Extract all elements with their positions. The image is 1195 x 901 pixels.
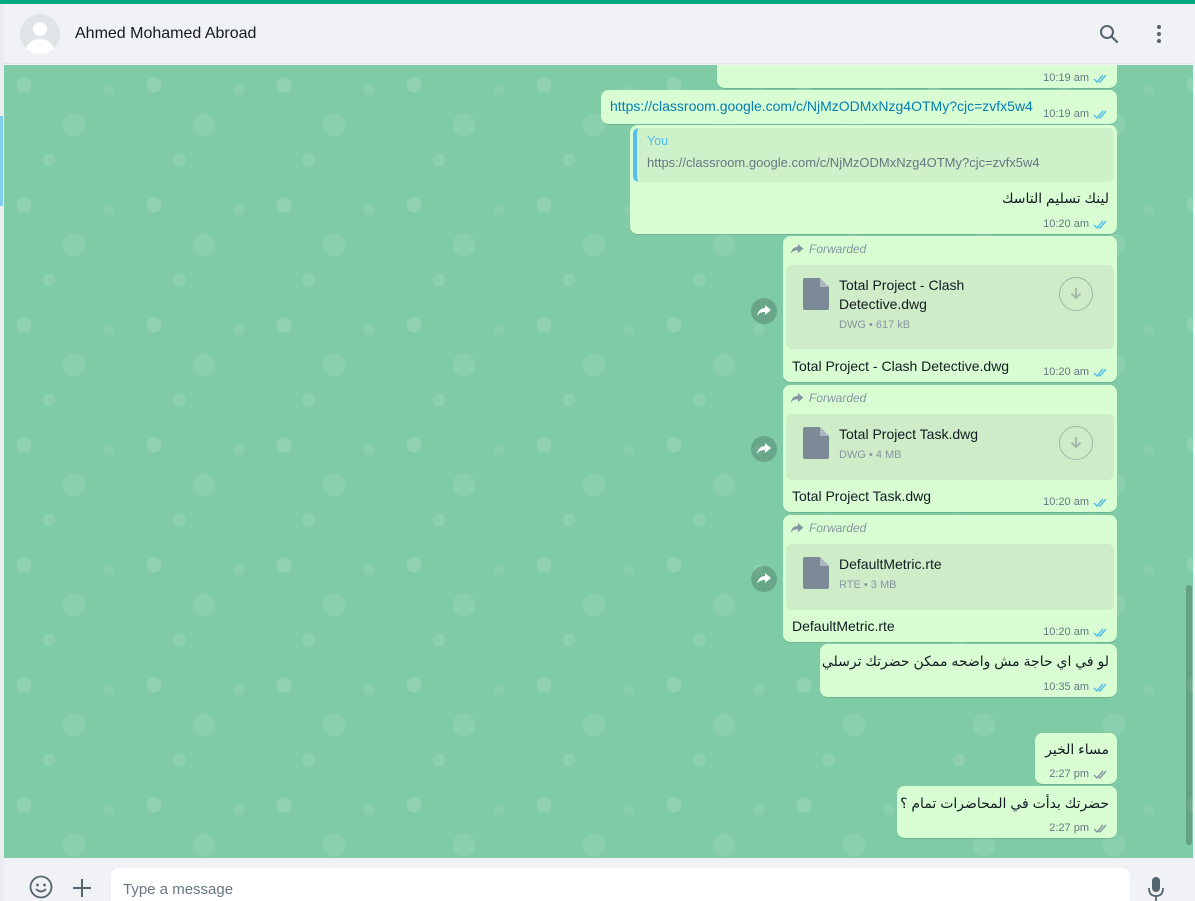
message-bubble[interactable]: https://classroom.google.com/c/NjMzODMxN… — [601, 90, 1117, 124]
message-text: لو في اي حاجة مش واضحه ممكن حضرتك ترسلي — [821, 653, 1109, 669]
document-info: RTE • 3 MB — [839, 579, 897, 591]
composer-bar — [4, 858, 1193, 901]
chat-header[interactable]: Ahmed Mohamed Abroad — [4, 4, 1193, 64]
microphone-icon[interactable] — [1148, 877, 1164, 901]
message-meta: 2:27 pm — [1049, 768, 1109, 780]
message-time: 10:20 am — [1043, 218, 1089, 230]
message-text: لينك تسليم التاسك — [1001, 190, 1109, 206]
header-actions — [1071, 22, 1171, 46]
attach-plus-icon[interactable] — [72, 878, 92, 901]
chat-panel[interactable]: 10:19 am https://classroom.google.com/c/… — [4, 65, 1193, 858]
document-card[interactable]: Total Project - Clash Detective.dwg DWG … — [786, 265, 1114, 349]
document-file-icon — [803, 278, 829, 310]
message-bubble[interactable]: Forwarded DefaultMetric.rte RTE • 3 MB D… — [783, 515, 1117, 642]
message-meta: 10:19 am — [1043, 108, 1109, 120]
message-time: 10:20 am — [1043, 626, 1089, 638]
chat-scrollbar-thumb[interactable] — [1186, 585, 1192, 845]
message-meta: 10:20 am — [1043, 496, 1109, 508]
message-time: 10:20 am — [1043, 496, 1089, 508]
message-time: 10:19 am — [1043, 72, 1089, 84]
message-meta: 10:20 am — [1043, 366, 1109, 378]
message-input-box[interactable] — [111, 868, 1130, 901]
document-name: Total Project - Clash Detective.dwg — [839, 277, 965, 312]
document-info: DWG • 4 MB — [839, 449, 902, 461]
read-tick-icon — [1093, 683, 1107, 692]
message-bubble[interactable]: Forwarded Total Project - Clash Detectiv… — [783, 236, 1117, 382]
delivered-tick-icon — [1093, 770, 1107, 779]
message-bubble[interactable]: لو في اي حاجة مش واضحه ممكن حضرتك ترسلي … — [820, 644, 1117, 697]
read-tick-icon — [1093, 74, 1107, 83]
forwarded-label: Forwarded — [790, 242, 866, 256]
document-card[interactable]: DefaultMetric.rte RTE • 3 MB — [786, 544, 1114, 610]
read-tick-icon — [1093, 498, 1107, 507]
message-bubble[interactable]: Forwarded Total Project Task.dwg DWG • 4… — [783, 385, 1117, 512]
message-time: 10:20 am — [1043, 366, 1089, 378]
message-bubble[interactable]: مساء الخير 2:27 pm — [1035, 733, 1117, 784]
message-link[interactable]: https://classroom.google.com/c/NjMzODMxN… — [610, 98, 1033, 114]
menu-icon[interactable] — [1147, 22, 1171, 46]
message-time: 2:27 pm — [1049, 768, 1089, 780]
document-name: Total Project Task.dwg — [839, 426, 979, 442]
quoted-message[interactable]: You https://classroom.google.com/c/NjMzO… — [633, 128, 1114, 182]
emoji-icon[interactable] — [29, 875, 53, 901]
message-meta: 10:35 am — [1043, 681, 1109, 693]
message-time: 2:27 pm — [1049, 822, 1089, 834]
message-meta: 2:27 pm — [1049, 822, 1109, 834]
document-info: DWG • 617 kB — [839, 319, 911, 331]
read-tick-icon — [1093, 628, 1107, 637]
message-meta: 10:19 am — [1043, 72, 1109, 84]
forward-share-button[interactable] — [751, 298, 777, 324]
message-time: 10:19 am — [1043, 108, 1089, 120]
download-button[interactable] — [1059, 426, 1093, 460]
quote-text: https://classroom.google.com/c/NjMzODMxN… — [647, 155, 1040, 170]
read-tick-icon — [1093, 110, 1107, 119]
message-text: مساء الخير — [1045, 741, 1109, 757]
chat-scrollbar[interactable] — [1185, 65, 1193, 858]
document-caption: DefaultMetric.rte — [792, 618, 895, 634]
message-bubble[interactable]: You https://classroom.google.com/c/NjMzO… — [630, 125, 1117, 234]
download-icon — [1070, 288, 1082, 300]
message-bubble[interactable]: 10:19 am — [717, 65, 1117, 88]
download-button[interactable] — [1059, 277, 1093, 311]
read-tick-icon — [1093, 220, 1107, 229]
forwarded-label: Forwarded — [790, 521, 866, 535]
forwarded-icon — [790, 392, 804, 403]
message-time: 10:35 am — [1043, 681, 1089, 693]
forwarded-icon — [790, 243, 804, 254]
document-name: DefaultMetric.rte — [839, 556, 942, 572]
delivered-tick-icon — [1093, 824, 1107, 833]
forward-share-button[interactable] — [751, 436, 777, 462]
download-icon — [1070, 437, 1082, 449]
default-avatar-icon[interactable] — [20, 13, 60, 54]
quote-author: You — [647, 134, 669, 148]
read-tick-icon — [1093, 368, 1107, 377]
forwarded-label: Forwarded — [790, 391, 866, 405]
document-file-icon — [803, 557, 829, 589]
message-bubble[interactable]: حضرتك بدأت في المحاضرات تمام ؟ 2:27 pm — [897, 786, 1117, 838]
message-text: حضرتك بدأت في المحاضرات تمام ؟ — [900, 795, 1109, 811]
left-panel-accent — [0, 116, 3, 206]
message-meta: 10:20 am — [1043, 218, 1109, 230]
document-file-icon — [803, 427, 829, 459]
document-card[interactable]: Total Project Task.dwg DWG • 4 MB — [786, 414, 1114, 480]
search-icon[interactable] — [1097, 22, 1121, 46]
document-caption: Total Project - Clash Detective.dwg — [792, 358, 1010, 374]
forwarded-icon — [790, 522, 804, 533]
forward-share-button[interactable] — [751, 566, 777, 592]
message-input[interactable] — [111, 868, 1130, 898]
message-meta: 10:20 am — [1043, 626, 1109, 638]
contact-name[interactable]: Ahmed Mohamed Abroad — [75, 25, 256, 43]
document-caption: Total Project Task.dwg — [792, 488, 932, 504]
